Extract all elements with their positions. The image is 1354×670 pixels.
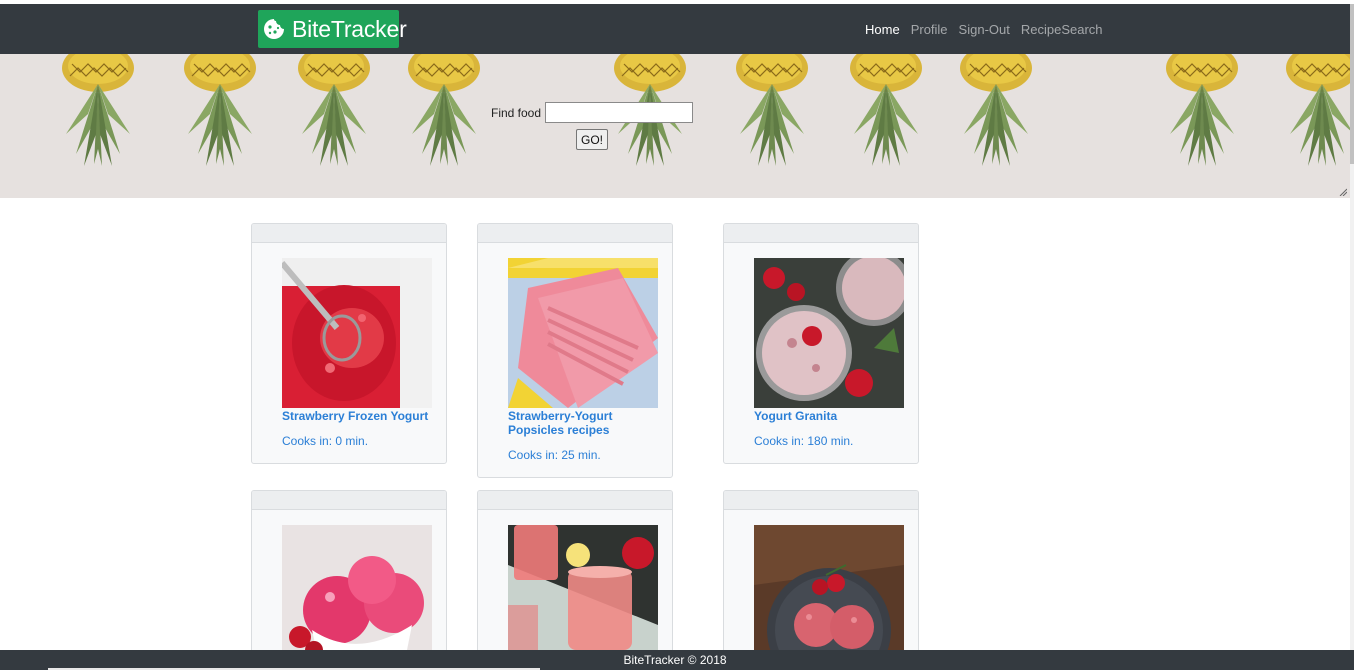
cookie-icon xyxy=(262,17,286,41)
brand-name: BiteTracker xyxy=(292,15,407,42)
recipe-card[interactable]: Yogurt Granita Cooks in: 180 min. xyxy=(723,223,919,464)
recipe-image[interactable] xyxy=(282,525,432,659)
recipe-card[interactable]: Strawberry Frozen Yogurt Cooks in: 0 min… xyxy=(251,223,447,464)
recipe-image[interactable] xyxy=(754,258,904,408)
pineapple-decoration xyxy=(294,54,374,174)
pineapple-decoration xyxy=(1282,54,1350,174)
recipe-cook-time: Cooks in: 0 min. xyxy=(282,434,369,448)
nav-links: Home Profile Sign-Out RecipeSearch xyxy=(865,22,1103,37)
recipe-cook-time: Cooks in: 25 min. xyxy=(508,448,601,462)
recipe-card[interactable] xyxy=(723,490,919,660)
pineapple-decoration xyxy=(180,54,260,174)
food-search-input[interactable] xyxy=(545,102,694,123)
recipe-image[interactable] xyxy=(508,525,658,659)
footer: BiteTracker © 2018 xyxy=(0,650,1354,670)
card-header xyxy=(724,224,918,243)
recipe-image[interactable] xyxy=(282,258,432,408)
pineapple-decoration xyxy=(956,54,1036,174)
card-header xyxy=(252,491,446,510)
recipe-title[interactable]: Strawberry Frozen Yogurt xyxy=(282,409,442,423)
recipe-card[interactable]: Strawberry-Yogurt Popsicles recipes Cook… xyxy=(477,223,673,478)
card-header xyxy=(478,224,672,243)
nav-sign-out-link[interactable]: Sign-Out xyxy=(959,22,1010,37)
nav-recipe-search-link[interactable]: RecipeSearch xyxy=(1021,22,1103,37)
pineapple-decoration xyxy=(404,54,484,174)
card-header xyxy=(478,491,672,510)
pineapple-decoration xyxy=(1162,54,1242,174)
pineapple-decoration xyxy=(58,54,138,174)
recipe-title[interactable]: Strawberry-Yogurt Popsicles recipes xyxy=(508,409,668,437)
recipe-image[interactable] xyxy=(754,525,904,659)
recipe-image[interactable] xyxy=(508,258,658,408)
card-header xyxy=(724,491,918,510)
brand-logo[interactable]: BiteTracker xyxy=(258,10,407,48)
footer-copyright: BiteTracker © 2018 xyxy=(623,653,727,667)
pineapple-decoration xyxy=(846,54,926,174)
nav-home-link[interactable]: Home xyxy=(865,22,900,37)
hero-banner xyxy=(0,54,1350,198)
navbar: BiteTracker Home Profile Sign-Out Recipe… xyxy=(0,4,1350,54)
recipe-card[interactable] xyxy=(477,490,673,660)
go-button[interactable]: GO! xyxy=(576,129,608,150)
recipe-cook-time: Cooks in: 180 min. xyxy=(754,434,854,448)
recipe-card[interactable] xyxy=(251,490,447,660)
pineapple-decoration xyxy=(732,54,812,174)
nav-profile-link[interactable]: Profile xyxy=(911,22,948,37)
recipe-title[interactable]: Yogurt Granita xyxy=(754,409,914,423)
find-food-label: Find food xyxy=(491,105,542,120)
page-scrollbar[interactable] xyxy=(1350,4,1354,650)
resize-grip-icon[interactable] xyxy=(1339,188,1347,196)
food-search-form: Find food xyxy=(491,102,694,123)
card-header xyxy=(252,224,446,243)
scrollbar-thumb[interactable] xyxy=(1350,4,1354,164)
